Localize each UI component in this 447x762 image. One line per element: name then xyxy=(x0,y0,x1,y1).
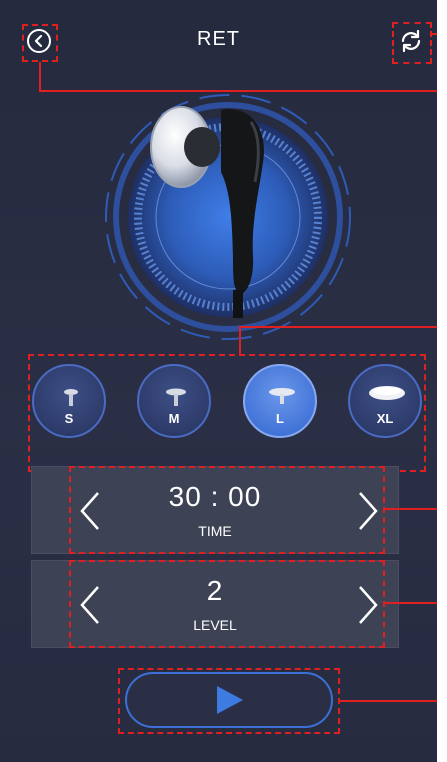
callout-refresh xyxy=(432,33,437,35)
extra-large-tip-icon xyxy=(369,386,405,400)
time-highlight xyxy=(69,466,385,554)
medium-tip-icon xyxy=(166,388,186,406)
callout-vertical-back xyxy=(39,62,41,92)
tip-s-button[interactable]: S xyxy=(32,364,106,438)
small-tip-icon xyxy=(64,389,78,406)
large-tip-icon xyxy=(269,388,295,404)
callout-start xyxy=(340,700,437,702)
start-button-highlight xyxy=(118,668,340,734)
page-title: RET xyxy=(197,28,240,50)
tip-selector: S M L XL xyxy=(28,354,426,472)
device-illustration xyxy=(103,92,353,342)
tip-xl-button[interactable]: XL xyxy=(348,364,422,438)
callout-time xyxy=(385,508,437,510)
callout-horizontal-tips xyxy=(239,326,437,328)
callout-level xyxy=(385,602,437,604)
callout-vertical-tips xyxy=(239,326,241,356)
tip-label: L xyxy=(276,411,284,426)
refresh-button-highlight xyxy=(392,22,432,64)
level-highlight xyxy=(69,560,385,648)
handpiece-image xyxy=(105,94,351,340)
app-screen: RET S M L XL 30: 00 TIME 2 LEVEL xyxy=(0,0,437,762)
tip-l-button[interactable]: L xyxy=(243,364,317,438)
tip-label: S xyxy=(64,411,74,426)
tip-label: M xyxy=(168,411,180,426)
tip-m-button[interactable]: M xyxy=(137,364,211,438)
tip-label: XL xyxy=(376,411,394,426)
